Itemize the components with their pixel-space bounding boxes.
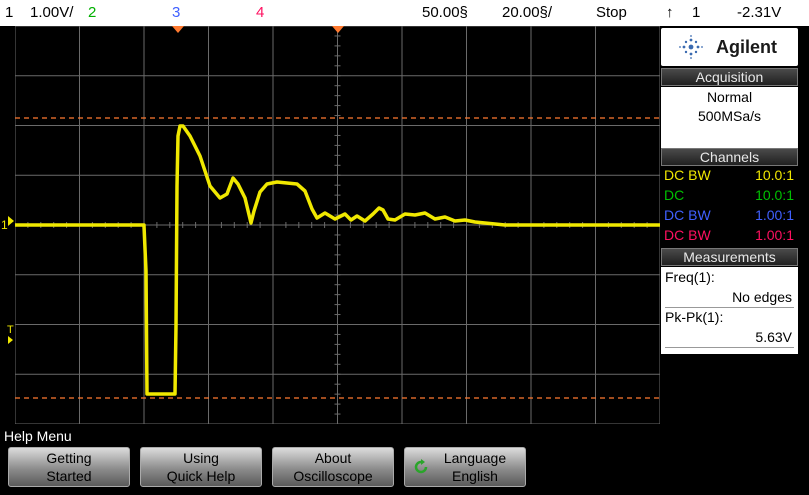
side-panel: Agilent Acquisition Normal 500MSa/s Chan…: [661, 26, 798, 425]
brand-logo: Agilent: [661, 28, 798, 66]
trigger-level[interactable]: -2.31V: [737, 5, 781, 21]
channel-coupling: DC BW: [664, 227, 711, 243]
sample-rate: 500MSa/s: [697, 108, 762, 124]
softkey-label-line1: About: [314, 450, 352, 466]
graticule: [15, 26, 660, 424]
time-delay[interactable]: 50.00§: [422, 5, 468, 21]
status-bar: 1 1.00V/ 2 3 4 50.00§ 20.00§/ Stop ↑ 1 -…: [0, 0, 809, 26]
menu-title: Help Menu: [4, 428, 72, 444]
channel-row: DC BW 1.00:1: [661, 207, 798, 227]
measurement-label: Pk-Pk(1):: [665, 309, 724, 325]
channel-coupling: DC BW: [664, 167, 711, 183]
ch1-ground-arrow-icon: [8, 216, 14, 226]
agilent-spark-icon: [679, 35, 703, 59]
divider: [665, 307, 794, 308]
measurement-value: No edges: [732, 289, 792, 305]
divider: [665, 347, 794, 348]
acquisition-header: Acquisition: [661, 68, 798, 86]
run-state[interactable]: Stop: [596, 5, 627, 21]
trigger-edge-icon: ↑: [666, 4, 674, 21]
getting-started-softkey[interactable]: Getting Started: [8, 447, 130, 487]
measurements-box: Freq(1): No edges Pk-Pk(1): 5.63V: [661, 267, 798, 354]
ch1-number[interactable]: 1: [5, 5, 13, 21]
ch4-number[interactable]: 4: [256, 5, 264, 21]
channel-row: DC 10.0:1: [661, 187, 798, 207]
channel-row: DC BW 1.00:1: [661, 227, 798, 247]
softkey-label-line2: Started: [46, 468, 92, 484]
trigger-arrow-icon: [8, 336, 13, 344]
channels-box: DC BW 10.0:1 DC 10.0:1 DC BW 1.00:1 DC B…: [661, 167, 798, 247]
ch1-scale[interactable]: 1.00V/: [30, 5, 73, 21]
ch2-number[interactable]: 2: [88, 5, 96, 21]
softkey-label-line1: Language: [443, 450, 507, 466]
softkey-label-line2: Oscilloscope: [293, 468, 373, 484]
acquisition-mode: Normal: [706, 89, 753, 105]
channel-probe: 10.0:1: [755, 167, 794, 183]
using-quick-help-softkey[interactable]: Using Quick Help: [140, 447, 262, 487]
measurement-label: Freq(1):: [665, 269, 715, 285]
channel-probe: 1.00:1: [755, 207, 794, 223]
softkey-label-line1: Using: [183, 450, 219, 466]
time-scale[interactable]: 20.00§/: [502, 5, 552, 21]
softkey-label-line1: Getting: [46, 450, 92, 466]
channel-coupling: DC: [664, 187, 685, 203]
acquisition-box: Normal 500MSa/s: [661, 87, 798, 149]
softkey-menu-title: Help Menu: [0, 428, 809, 445]
channel-probe: 1.00:1: [755, 227, 794, 243]
brand-name: Agilent: [716, 37, 777, 57]
softkey-label-line2: English: [452, 468, 498, 484]
about-oscilloscope-softkey[interactable]: About Oscilloscope: [272, 447, 394, 487]
trigger-level-marker[interactable]: T: [7, 324, 14, 336]
channels-header: Channels: [661, 148, 798, 166]
channel-coupling: DC BW: [664, 207, 711, 223]
waveform-display[interactable]: 1 T: [1, 26, 660, 424]
ch3-number[interactable]: 3: [172, 5, 180, 21]
channel-row: DC BW 10.0:1: [661, 167, 798, 187]
language-softkey[interactable]: Language English: [404, 447, 526, 487]
measurement-value: 5.63V: [755, 329, 792, 345]
measurements-header: Measurements: [661, 248, 798, 266]
ch1-ground-marker[interactable]: 1: [1, 218, 8, 232]
channel-probe: 10.0:1: [755, 187, 794, 203]
softkey-label-line2: Quick Help: [166, 468, 236, 484]
trigger-channel[interactable]: 1: [692, 5, 700, 21]
